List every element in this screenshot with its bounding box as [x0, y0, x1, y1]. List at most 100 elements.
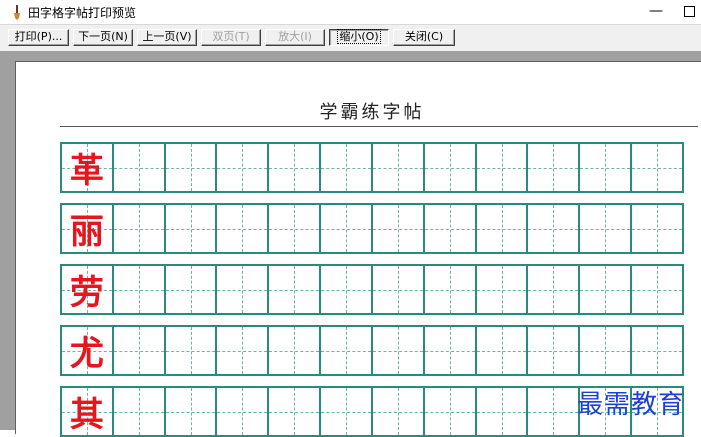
grid-center-hline — [476, 411, 527, 413]
tian-grid-cell — [165, 327, 218, 374]
grid-center-hline — [321, 289, 371, 291]
tian-grid-cell — [372, 266, 425, 313]
two-page-button-label: 双页(T) — [212, 30, 250, 43]
print-preview-area[interactable]: 学霸练字帖 革 丽 劳 尤 其 — [0, 51, 701, 437]
grid-center-hline — [217, 411, 268, 413]
grid-center-hline — [632, 350, 682, 352]
tian-grid-cell — [528, 144, 581, 191]
grid-row: 革 — [60, 142, 684, 193]
tian-grid-cell — [580, 205, 633, 252]
grid-center-hline — [165, 228, 216, 230]
next-page-button[interactable]: 下一页(N) — [73, 29, 133, 46]
tian-grid-cell — [165, 205, 218, 252]
practice-character: 尤 — [69, 334, 104, 374]
zoom-out-button-label: 缩小(O) — [337, 29, 381, 44]
grid-center-hline — [372, 228, 423, 230]
zoom-out-button[interactable]: 缩小(O) — [329, 29, 389, 46]
grid-row: 丽 — [60, 203, 684, 254]
grid-center-hline — [528, 228, 579, 230]
grid-center-hline — [217, 167, 268, 169]
tian-grid-cell — [321, 205, 373, 252]
window-title: 田字格字帖打印预览 — [28, 6, 137, 20]
grid-center-hline — [113, 411, 164, 413]
tian-grid-cell — [580, 266, 633, 313]
toolbar: 打印(P)... 下一页(N) 上一页(V) 双页(T) 放大(I) 缩小(O)… — [0, 24, 701, 51]
tian-grid-cell — [424, 388, 477, 435]
grid-center-hline — [321, 228, 371, 230]
grid-center-hline — [217, 289, 268, 291]
tian-grid-cell — [321, 266, 373, 313]
tian-grid-cell — [632, 144, 682, 191]
grid-center-hline — [580, 289, 631, 291]
tian-grid-cell — [113, 388, 166, 435]
grid-center-hline — [165, 350, 216, 352]
grid-center-hline — [165, 411, 216, 413]
practice-character: 丽 — [69, 212, 104, 252]
grid-center-hline — [424, 411, 475, 413]
grid-center-hline — [476, 167, 527, 169]
watermark-logo-text: 最需教育 — [577, 390, 686, 420]
grid-center-hline — [113, 167, 164, 169]
grid-center-hline — [165, 289, 216, 291]
grid-center-hline — [580, 228, 631, 230]
grid-center-hline — [528, 167, 579, 169]
prev-page-button-label: 上一页(V) — [142, 30, 192, 43]
tian-grid-cell — [269, 266, 322, 313]
close-button-label: 关闭(C) — [404, 30, 444, 43]
tian-grid-cell — [528, 327, 581, 374]
tian-grid-cell — [372, 327, 425, 374]
grid-center-hline — [528, 289, 579, 291]
grid-center-hline — [217, 350, 268, 352]
two-page-button[interactable]: 双页(T) — [201, 29, 261, 46]
grid-center-hline — [113, 350, 164, 352]
tian-grid-cell — [632, 327, 682, 374]
tian-grid-cell — [580, 144, 633, 191]
tian-grid-cell — [476, 144, 529, 191]
grid-center-hline — [476, 289, 527, 291]
tian-grid-cell — [321, 388, 373, 435]
title-underline — [60, 126, 698, 127]
grid-center-hline — [269, 411, 320, 413]
grid-center-hline — [269, 289, 320, 291]
tian-grid-cell — [476, 266, 529, 313]
tian-grid-cell — [217, 266, 270, 313]
zoom-in-button[interactable]: 放大(I) — [265, 29, 325, 46]
grid-center-hline — [424, 289, 475, 291]
maximize-button[interactable] — [676, 0, 701, 24]
tian-grid-cell — [476, 327, 529, 374]
tian-grid-cell — [476, 205, 529, 252]
tian-grid-cell — [424, 327, 477, 374]
tian-grid-cell — [269, 144, 322, 191]
prev-page-button[interactable]: 上一页(V) — [137, 29, 197, 46]
grid-center-hline — [372, 289, 423, 291]
grid-center-hline — [321, 411, 371, 413]
tian-grid-cell — [165, 388, 218, 435]
next-page-button-label: 下一页(N) — [78, 30, 128, 43]
minimize-button[interactable]: — — [636, 0, 676, 24]
preview-page: 学霸练字帖 革 丽 劳 尤 其 — [15, 61, 701, 437]
tian-grid-cell: 尤 — [62, 327, 114, 374]
title-bar: 田字格字帖打印预览 — — [0, 0, 701, 24]
grid-center-hline — [321, 350, 371, 352]
tian-grid-cell — [321, 144, 373, 191]
tian-grid-cell — [528, 205, 581, 252]
practice-character: 革 — [69, 151, 104, 191]
tian-grid-cell — [528, 388, 581, 435]
tian-grid-cell — [424, 205, 477, 252]
grid-center-hline — [321, 167, 371, 169]
tian-grid-cell — [372, 205, 425, 252]
print-button-label: 打印(P)... — [14, 30, 63, 43]
tian-grid-cell — [217, 144, 270, 191]
grid-center-hline — [476, 228, 527, 230]
print-button[interactable]: 打印(P)... — [8, 29, 69, 46]
tian-grid-cell — [528, 266, 581, 313]
close-button[interactable]: 关闭(C) — [393, 29, 455, 46]
tian-grid-cell — [372, 388, 425, 435]
tian-grid-cell — [269, 205, 322, 252]
grid-row: 尤 — [60, 325, 684, 376]
tian-grid-cell — [321, 327, 373, 374]
tian-grid-cell — [217, 205, 270, 252]
tian-grid-cell — [476, 388, 529, 435]
maximize-icon — [683, 6, 695, 17]
tian-grid-cell: 劳 — [62, 266, 114, 313]
